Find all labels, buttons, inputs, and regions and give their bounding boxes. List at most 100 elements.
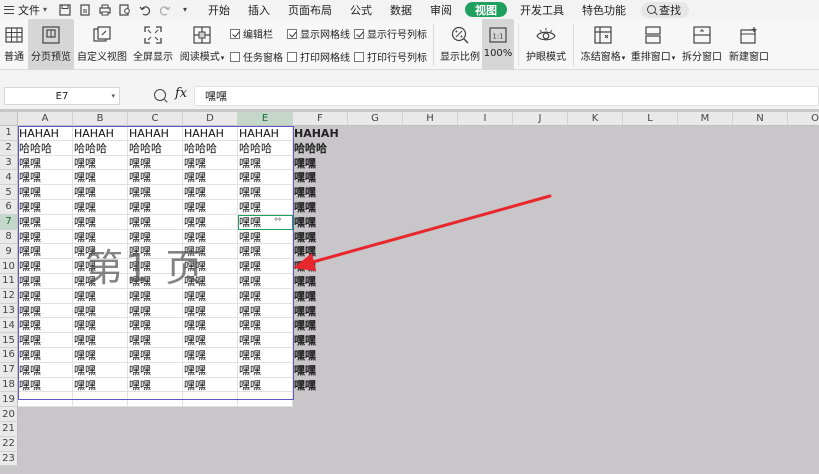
menu-developer[interactable]: 开发工具 (511, 0, 573, 19)
row-header-19[interactable]: 19 (0, 392, 18, 408)
menu-view[interactable]: 视图 (465, 2, 508, 17)
cell-b16[interactable]: 嘿嘿 (73, 348, 128, 363)
redo-icon[interactable] (159, 4, 171, 16)
cell-a5[interactable]: 嘿嘿 (18, 185, 73, 200)
row-header-17[interactable]: 17 (0, 362, 18, 378)
column-header-a[interactable]: A (18, 112, 73, 126)
row-header-13[interactable]: 13 (0, 303, 18, 319)
cell-b13[interactable]: 嘿嘿 (73, 303, 128, 319)
cell-e11[interactable]: 嘿嘿 (238, 274, 293, 289)
column-header-f[interactable]: F (293, 112, 348, 126)
menu-home[interactable]: 开始 (199, 0, 239, 19)
column-header-k[interactable]: K (568, 112, 623, 126)
cell-d15[interactable]: 嘿嘿 (183, 333, 238, 348)
cell-a9[interactable]: 嘿嘿 (18, 244, 73, 260)
cell-b4[interactable]: 嘿嘿 (73, 170, 128, 186)
cell-f12[interactable]: 嘿嘿 (293, 289, 348, 304)
cell-a11[interactable]: 嘿嘿 (18, 274, 73, 289)
cell-e9[interactable]: 嘿嘿 (238, 244, 293, 260)
cell-e8[interactable]: 嘿嘿 (238, 229, 293, 245)
cell-a3[interactable]: 嘿嘿 (18, 155, 73, 171)
cell-b5[interactable]: 嘿嘿 (73, 185, 128, 200)
menu-page-layout[interactable]: 页面布局 (279, 0, 341, 19)
cell-d2[interactable]: 哈哈哈 (183, 140, 238, 156)
cell-a17[interactable]: 嘿嘿 (18, 362, 73, 378)
cell-d4[interactable]: 嘿嘿 (183, 170, 238, 186)
cell-f14[interactable]: 嘿嘿 (293, 318, 348, 333)
cell-b19[interactable] (73, 392, 128, 408)
show-gridlines-checkbox[interactable]: 显示网格线 (287, 26, 350, 41)
row-header-21[interactable]: 21 (0, 422, 18, 437)
cell-f5[interactable]: 嘿嘿 (293, 185, 348, 200)
row-header-22[interactable]: 22 (0, 436, 18, 452)
cell-e19[interactable] (238, 392, 293, 408)
file-menu[interactable]: 文件 ▾ (0, 0, 53, 19)
cell-a13[interactable]: 嘿嘿 (18, 303, 73, 319)
cell-a4[interactable]: 嘿嘿 (18, 170, 73, 186)
cell-f4[interactable]: 嘿嘿 (293, 170, 348, 185)
customize-toolbar-icon[interactable]: ▾ (179, 4, 191, 16)
cell-f9[interactable]: 嘿嘿 (293, 244, 348, 259)
cell-e10[interactable]: 嘿嘿 (238, 259, 293, 274)
row-header-12[interactable]: 12 (0, 288, 18, 304)
cell-c14[interactable]: 嘿嘿 (128, 318, 183, 334)
cell-f18[interactable]: 嘿嘿 (293, 378, 348, 393)
search-button[interactable]: 查找 (641, 1, 690, 18)
cell-f3[interactable]: 嘿嘿 (293, 156, 348, 171)
cell-c7[interactable]: 嘿嘿 (128, 214, 183, 230)
show-ratio-button[interactable]: 显示比例 (438, 19, 482, 70)
cell-a8[interactable]: 嘿嘿 (18, 229, 73, 245)
cell-a16[interactable]: 嘿嘿 (18, 348, 73, 363)
full-screen-button[interactable]: 全屏显示 (130, 19, 176, 70)
cell-f7[interactable]: 嘿嘿 (293, 215, 348, 230)
formula-input[interactable]: 嘿嘿 (194, 86, 819, 106)
cell-b2[interactable]: 哈哈哈 (73, 140, 128, 156)
cell-c17[interactable]: 嘿嘿 (128, 362, 183, 378)
row-header-6[interactable]: 6 (0, 200, 18, 215)
zoom-icon[interactable] (154, 89, 166, 101)
cell-c6[interactable]: 嘿嘿 (128, 200, 183, 215)
cell-d14[interactable]: 嘿嘿 (183, 318, 238, 334)
cell-d1[interactable]: HAHAH (183, 126, 238, 141)
cell-b14[interactable]: 嘿嘿 (73, 318, 128, 334)
row-header-20[interactable]: 20 (0, 407, 18, 422)
cell-e4[interactable]: 嘿嘿 (238, 170, 293, 186)
sheet-grid[interactable]: ABCDEFGHIJKLMNO 1 2 3 4 5 6 7 8 9 10 11 12 13 14 15 16 1… (0, 112, 819, 474)
cell-a2[interactable]: 哈哈哈 (18, 140, 73, 156)
move-handle-icon[interactable]: ⇔ (274, 215, 282, 225)
cell-e2[interactable]: 哈哈哈 (238, 140, 293, 156)
cell-c5[interactable]: 嘿嘿 (128, 185, 183, 200)
cell-b1[interactable]: HAHAH (73, 126, 128, 141)
menu-insert[interactable]: 插入 (239, 0, 279, 19)
column-header-g[interactable]: G (348, 112, 403, 126)
cell-c15[interactable]: 嘿嘿 (128, 333, 183, 348)
column-header-j[interactable]: J (513, 112, 568, 126)
cell-a15[interactable]: 嘿嘿 (18, 333, 73, 348)
edit-bar-checkbox[interactable]: 编辑栏 (230, 26, 283, 41)
cell-a1[interactable]: HAHAH (18, 126, 73, 141)
cell-e15[interactable]: 嘿嘿 (238, 333, 293, 348)
cell-a18[interactable]: 嘿嘿 (18, 377, 73, 393)
zoom-100-button[interactable]: 1:1 100% (482, 19, 514, 70)
row-header-18[interactable]: 18 (0, 377, 18, 393)
undo-icon[interactable] (139, 4, 151, 16)
cell-d19[interactable] (183, 392, 238, 408)
row-header-15[interactable]: 15 (0, 333, 18, 348)
cell-f16[interactable]: 嘿嘿 (293, 348, 348, 363)
column-header-b[interactable]: B (73, 112, 128, 126)
cell-e7[interactable]: 嘿嘿 (238, 214, 293, 230)
cell-d7[interactable]: 嘿嘿 (183, 214, 238, 230)
cell-e14[interactable]: 嘿嘿 (238, 318, 293, 334)
cell-f10[interactable]: 嘿嘿 (293, 259, 348, 274)
task-pane-checkbox[interactable]: 任务窗格 (230, 49, 283, 64)
row-header-8[interactable]: 8 (0, 229, 18, 245)
cell-b15[interactable]: 嘿嘿 (73, 333, 128, 348)
cell-b17[interactable]: 嘿嘿 (73, 362, 128, 378)
row-header-1[interactable]: 1 (0, 126, 18, 141)
column-header-n[interactable]: N (733, 112, 788, 126)
cell-b18[interactable]: 嘿嘿 (73, 377, 128, 393)
row-header-23[interactable]: 23 (0, 451, 18, 467)
cell-d5[interactable]: 嘿嘿 (183, 185, 238, 200)
cell-b3[interactable]: 嘿嘿 (73, 155, 128, 171)
row-header-4[interactable]: 4 (0, 170, 18, 186)
